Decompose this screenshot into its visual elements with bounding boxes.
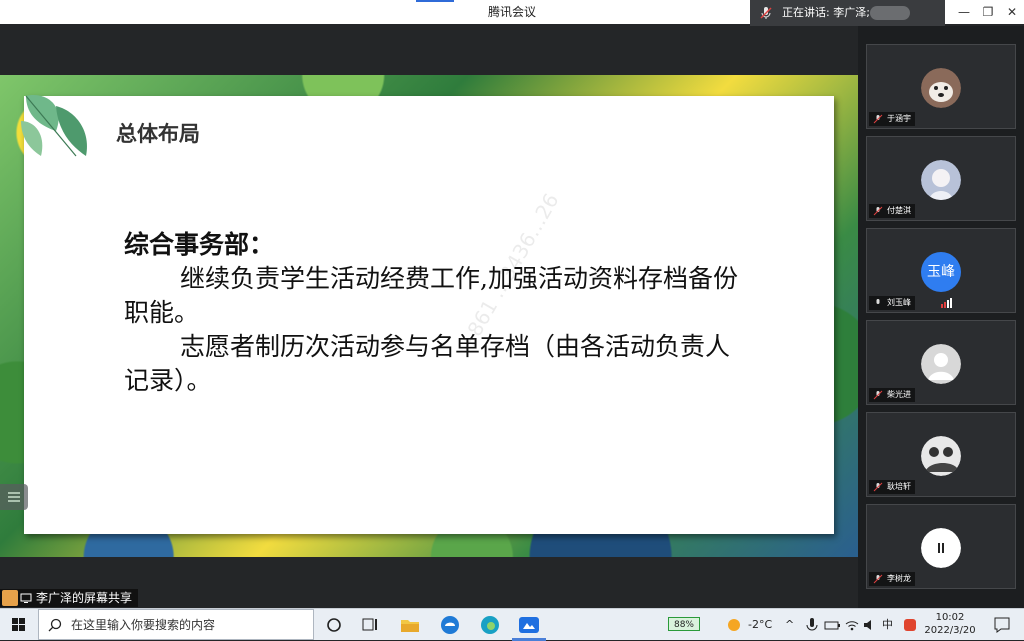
participant-name: 于涵宇 bbox=[869, 112, 915, 126]
screen-share-icon bbox=[20, 593, 32, 603]
slide-paragraph-1: 继续负责学生活动经费工作,加强活动资料存档备份职能。 bbox=[124, 264, 738, 327]
task-view-icon[interactable] bbox=[358, 613, 382, 637]
weather-temperature[interactable]: -2°C bbox=[748, 609, 772, 641]
mic-muted-icon bbox=[873, 482, 883, 492]
slide-body: 综合事务部： 继续负责学生活动经费工作,加强活动资料存档备份职能。 志愿者制历次… bbox=[124, 228, 744, 398]
speaking-indicator: 正在讲话: 李广泽; bbox=[750, 0, 945, 26]
mic-muted-icon bbox=[873, 206, 883, 216]
input-method-icon[interactable] bbox=[898, 613, 922, 637]
participant-name: 柴光进 bbox=[869, 388, 915, 402]
user-icon bbox=[2, 590, 18, 606]
close-button[interactable]: ✕ bbox=[998, 0, 1024, 24]
clock-date: 2022/3/20 bbox=[924, 625, 976, 636]
file-explorer-icon[interactable] bbox=[398, 613, 422, 637]
slide-subtitle: 综合事务部： bbox=[124, 230, 275, 259]
mic-muted-icon bbox=[873, 390, 883, 400]
volume-icon[interactable] bbox=[858, 613, 882, 637]
participant-tile[interactable]: 李树龙 bbox=[866, 504, 1016, 589]
text-avatar: 玉峰 bbox=[921, 252, 961, 292]
battery-indicator[interactable]: 88% bbox=[668, 617, 700, 631]
slide-paragraph-2: 志愿者制历次活动参与名单存档（由各活动负责人记录）。 bbox=[124, 332, 731, 395]
participant-tile[interactable]: 付楚淇 bbox=[866, 136, 1016, 221]
mic-icon bbox=[760, 7, 772, 19]
clock[interactable]: 10:02 2022/3/20 bbox=[920, 611, 980, 637]
participant-name: 付楚淇 bbox=[869, 204, 915, 218]
signal-icon bbox=[941, 298, 952, 308]
participant-tile[interactable]: 玉峰 刘玉峰 bbox=[866, 228, 1016, 313]
windows-start-icon[interactable] bbox=[0, 609, 38, 641]
participant-tile[interactable]: 柴光进 bbox=[866, 320, 1016, 405]
speaking-label: 正在讲话: 李广泽; bbox=[782, 6, 870, 19]
taskbar: 在这里输入你要搜索的内容 88% -2°C ^ 中 10:02 2022/3/2… bbox=[0, 608, 1024, 641]
dog-avatar-icon bbox=[921, 68, 961, 108]
pause-avatar-icon bbox=[921, 528, 961, 568]
participant-name: 耿培轩 bbox=[869, 480, 915, 494]
leaf-decoration-icon bbox=[21, 95, 87, 157]
edge-icon[interactable] bbox=[478, 613, 502, 637]
default-avatar-icon bbox=[921, 344, 961, 384]
weather-sun-icon[interactable] bbox=[722, 613, 746, 637]
group-photo-avatar-icon bbox=[921, 436, 961, 476]
slide-card: 总体布局 综合事务部： 继续负责学生活动经费工作,加强活动资料存档备份职能。 志… bbox=[21, 95, 834, 534]
screen-share-label: 李广泽的屏幕共享 bbox=[0, 589, 139, 607]
edge-legacy-icon[interactable] bbox=[438, 613, 462, 637]
chevron-up-icon[interactable]: ^ bbox=[785, 609, 794, 641]
tencent-meeting-icon[interactable] bbox=[517, 613, 541, 637]
anime-avatar-icon bbox=[921, 160, 961, 200]
participant-tile[interactable]: 耿培轩 bbox=[866, 412, 1016, 497]
toolbar-handle[interactable] bbox=[0, 484, 28, 510]
clock-time: 10:02 bbox=[935, 612, 965, 623]
ime-indicator[interactable]: 中 bbox=[882, 609, 893, 641]
mic-muted-icon bbox=[873, 114, 883, 124]
search-placeholder: 在这里输入你要搜索的内容 bbox=[71, 618, 216, 632]
mic-icon bbox=[876, 299, 880, 304]
blurred-avatar bbox=[870, 6, 910, 20]
search-icon bbox=[48, 618, 62, 632]
mic-muted-icon bbox=[873, 574, 883, 584]
taskbar-search-input[interactable]: 在这里输入你要搜索的内容 bbox=[38, 609, 314, 640]
participant-tile[interactable]: 于涵宇 bbox=[866, 44, 1016, 129]
participant-name: 刘玉峰 bbox=[869, 296, 915, 310]
slide-heading: 总体布局 bbox=[116, 122, 200, 146]
participant-list: 于涵宇 付楚淇 玉峰 刘玉峰 柴光进 耿培轩 李树龙 bbox=[858, 26, 1024, 608]
notification-icon[interactable] bbox=[990, 613, 1014, 637]
participant-name: 李树龙 bbox=[869, 572, 915, 586]
cortana-icon[interactable] bbox=[322, 613, 346, 637]
